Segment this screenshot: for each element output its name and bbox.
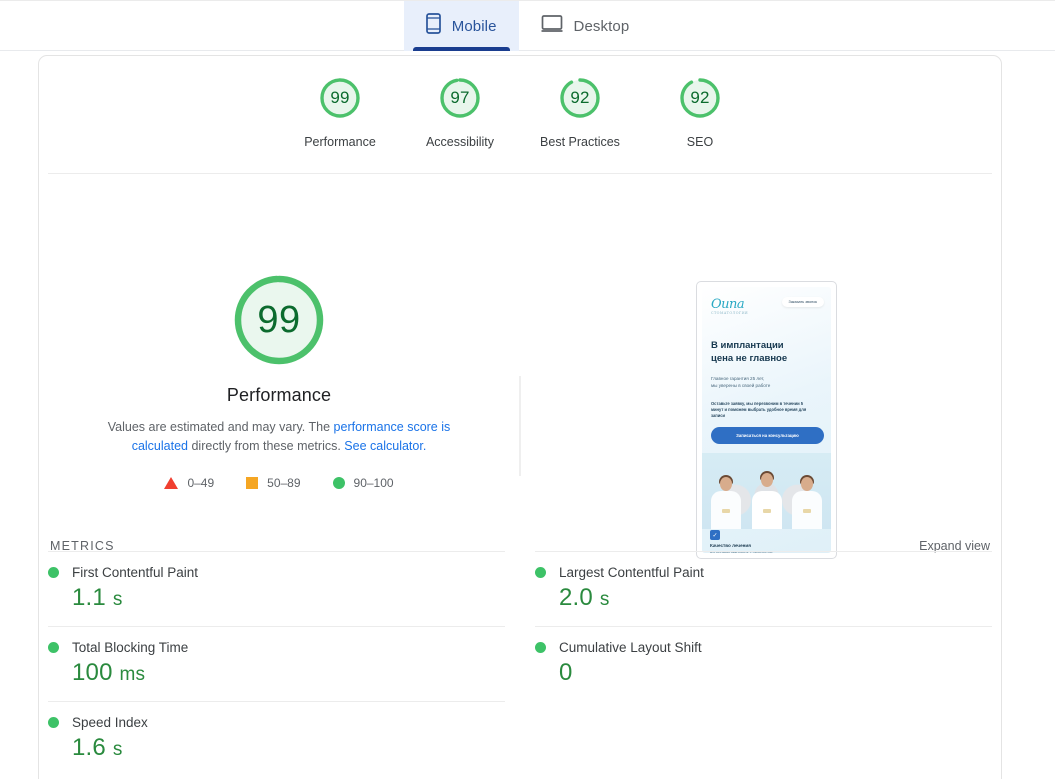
legend-range: 0–49 <box>187 476 215 490</box>
metric-name: Speed Index <box>72 715 148 730</box>
category-score-value: 99 <box>330 88 350 107</box>
metric-name: Largest Contentful Paint <box>559 565 704 580</box>
page-screenshot-thumbnail: Ouna СТОМАТОЛОГИЯ Заказать звонок В импл… <box>696 281 837 559</box>
form-factor-tabs: Mobile Desktop <box>0 0 1055 51</box>
status-dot-icon <box>48 567 59 578</box>
metric-name: Cumulative Layout Shift <box>559 640 702 655</box>
triangle-icon <box>164 477 179 489</box>
metrics-column-right: Largest Contentful Paint 2.0 s Cumulativ… <box>535 551 992 776</box>
metric-number: 100 <box>72 659 113 686</box>
site-subheadline: Главное гарантия 25 лет, мы уверены в св… <box>711 376 771 388</box>
site-call-button: Заказать звонок <box>781 297 824 307</box>
site-primary-button: Записаться на консультацию <box>711 427 824 444</box>
legend-item-good: 90–100 <box>332 476 394 490</box>
status-dot-icon <box>48 717 59 728</box>
category-score-seo[interactable]: 92 SEO <box>640 74 760 173</box>
performance-description: Values are estimated and may vary. The p… <box>79 418 479 456</box>
category-score-accessibility[interactable]: 97 Accessibility <box>400 74 520 173</box>
desktop-icon <box>541 14 563 38</box>
category-score-label: Accessibility <box>425 135 495 149</box>
circle-icon <box>332 477 345 489</box>
metric-value: 1.1 s <box>72 584 505 612</box>
legend-item-average: 50–89 <box>246 476 301 490</box>
metric-name: Total Blocking Time <box>72 640 189 655</box>
site-logo-text: Ouna <box>711 297 745 312</box>
metric-number: 1.1 <box>72 584 106 611</box>
legend-range: 90–100 <box>353 476 394 490</box>
metrics-grid: First Contentful Paint 1.1 s Total Block… <box>48 551 992 776</box>
category-score-label: Best Practices <box>540 135 620 149</box>
metric-row[interactable]: Speed Index 1.6 s <box>48 701 505 776</box>
metric-number: 1.6 <box>72 734 106 761</box>
performance-score-value: 99 <box>257 298 301 341</box>
metric-row[interactable]: Cumulative Layout Shift 0 <box>535 626 992 701</box>
category-score-label: Performance <box>304 135 376 149</box>
score-legend: 0–49 50–89 90–100 <box>164 476 394 490</box>
category-score-best-practices[interactable]: 92 Best Practices <box>520 74 640 173</box>
gauge-seo: 92 <box>676 74 724 122</box>
performance-hero: 99 Performance Values are estimated and … <box>39 174 1001 571</box>
metric-value: 2.0 s <box>559 584 992 612</box>
category-score-value: 97 <box>450 88 470 107</box>
tab-desktop-label: Desktop <box>573 17 630 35</box>
screenshot-content: Ouna СТОМАТОЛОГИЯ Заказать звонок В импл… <box>702 287 831 553</box>
gauge-best-practices: 92 <box>556 74 604 122</box>
status-dot-icon <box>48 642 59 653</box>
metrics-column-left: First Contentful Paint 1.1 s Total Block… <box>48 551 505 776</box>
site-note: Оставьте заявку, мы перезвоним в течении… <box>711 401 807 419</box>
metric-row[interactable]: First Contentful Paint 1.1 s <box>48 551 505 626</box>
metric-value: 0 <box>559 659 992 687</box>
tab-mobile-label: Mobile <box>451 17 497 35</box>
category-score-value: 92 <box>570 88 590 107</box>
category-score-label: SEO <box>686 135 714 149</box>
metric-number: 2.0 <box>559 584 593 611</box>
vertical-divider <box>519 376 521 476</box>
metric-unit: ms <box>119 664 146 685</box>
description-prefix: Values are estimated and may vary. The <box>107 420 334 434</box>
tab-desktop[interactable]: Desktop <box>519 1 652 51</box>
site-headline: В имплантации цена не главное <box>711 340 788 364</box>
legend-range: 50–89 <box>267 476 301 490</box>
category-score-value: 92 <box>690 88 710 107</box>
screenshot-preview-column: Ouna СТОМАТОЛОГИЯ Заказать звонок В импл… <box>599 174 999 559</box>
status-dot-icon <box>535 567 546 578</box>
performance-summary: 99 Performance Values are estimated and … <box>39 174 519 490</box>
metric-value: 1.6 s <box>72 734 505 762</box>
gauge-performance: 99 <box>316 74 364 122</box>
metric-value: 100 ms <box>72 659 505 687</box>
site-logo: Ouna СТОМАТОЛОГИЯ <box>711 297 748 315</box>
performance-title: Performance <box>226 385 332 405</box>
person-figure <box>789 475 825 529</box>
square-icon <box>246 477 259 489</box>
metric-unit: s <box>112 589 123 610</box>
site-logo-subtext: СТОМАТОЛОГИЯ <box>711 311 749 315</box>
metric-row[interactable]: Total Blocking Time 100 ms <box>48 626 505 701</box>
description-middle: directly from these metrics. <box>188 439 345 453</box>
mobile-icon <box>425 13 441 39</box>
gauge-accessibility: 97 <box>436 74 484 122</box>
site-team-photo <box>702 453 831 529</box>
category-score-performance[interactable]: 99 Performance <box>280 74 400 173</box>
metric-name: First Contentful Paint <box>72 565 199 580</box>
legend-item-poor: 0–49 <box>164 476 214 490</box>
metric-number: 0 <box>559 659 573 686</box>
see-calculator-link[interactable]: See calculator. <box>344 439 426 453</box>
metric-unit: s <box>599 589 610 610</box>
gauge-performance-large: 99 <box>229 270 329 370</box>
person-figure <box>708 475 744 529</box>
category-score-row: 99 Performance 97 Accessibility 92 Best … <box>39 56 1001 173</box>
metric-row[interactable]: Largest Contentful Paint 2.0 s <box>535 551 992 626</box>
tab-mobile[interactable]: Mobile <box>403 1 519 51</box>
person-figure <box>749 471 785 529</box>
status-dot-icon <box>535 642 546 653</box>
metric-unit: s <box>112 739 123 760</box>
report-card: 99 Performance 97 Accessibility 92 Best … <box>38 55 1002 779</box>
